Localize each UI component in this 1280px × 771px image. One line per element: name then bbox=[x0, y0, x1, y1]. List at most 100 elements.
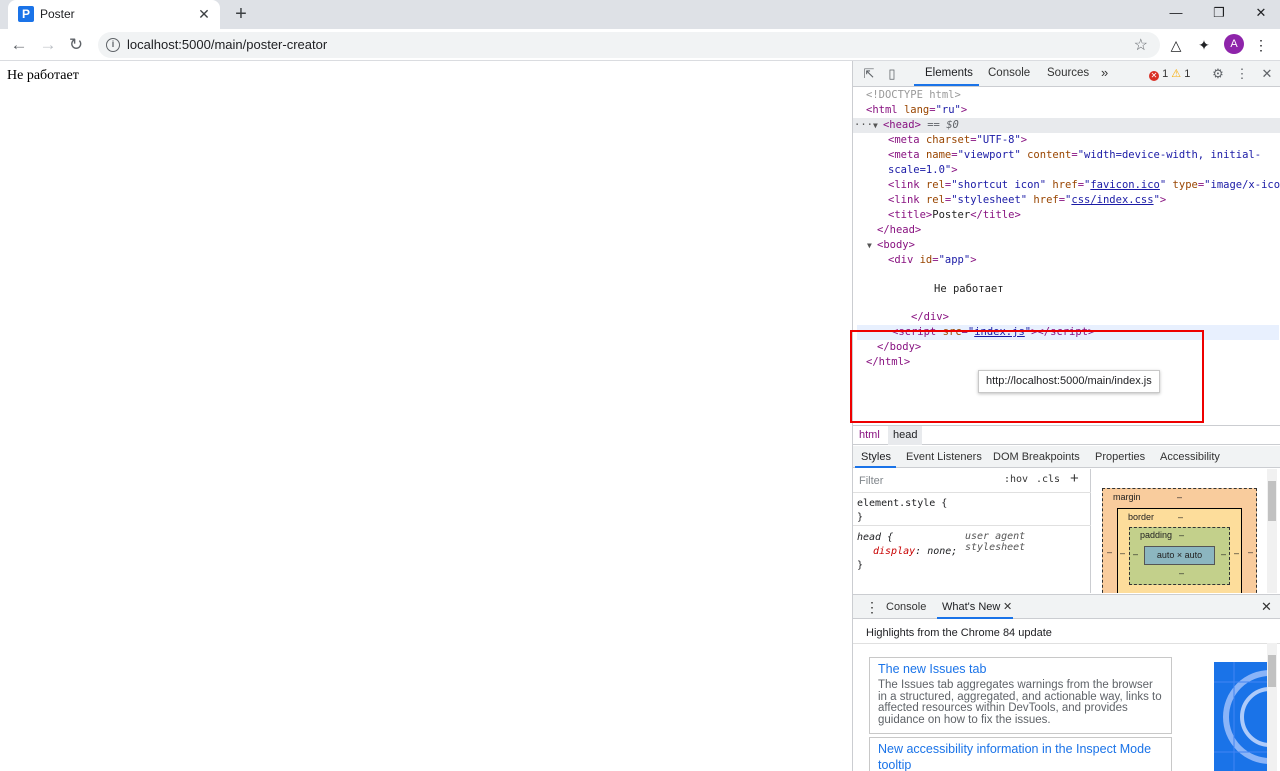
rule-close-brace: } bbox=[857, 512, 864, 523]
card-body: The Issues tab aggregates warnings from … bbox=[878, 679, 1162, 726]
url-text[interactable]: localhost:5000/main/poster-creator bbox=[127, 37, 327, 52]
dom-node-div-app[interactable]: <div id="app"> bbox=[853, 253, 1280, 268]
box-model-border[interactable]: border – – – padding – – – – auto × auto bbox=[1117, 508, 1242, 593]
forward-button[interactable]: → bbox=[36, 33, 60, 57]
device-toggle-icon[interactable]: ▯ bbox=[884, 66, 900, 82]
new-rule-icon[interactable]: + bbox=[1070, 470, 1079, 487]
head-rule-selector[interactable]: head { bbox=[857, 531, 893, 545]
card-title[interactable]: New accessibility information in the Ins… bbox=[878, 741, 1163, 771]
breadcrumb-html[interactable]: html bbox=[859, 429, 880, 441]
whats-new-card[interactable]: The new Issues tab The Issues tab aggreg… bbox=[869, 657, 1172, 734]
drawer-tab-whats-new[interactable]: What's New bbox=[942, 601, 1000, 613]
whats-new-card[interactable]: New accessibility information in the Ins… bbox=[869, 737, 1172, 771]
box-model-margin[interactable]: margin – – – border – – – padding – – – … bbox=[1102, 488, 1257, 593]
whats-new-heading: Highlights from the Chrome 84 update bbox=[866, 627, 1052, 639]
tab-sources[interactable]: Sources bbox=[1047, 67, 1089, 79]
filter-input[interactable]: Filter bbox=[859, 475, 883, 487]
breadcrumb: html head bbox=[853, 425, 1280, 445]
warning-count: 1 bbox=[1184, 68, 1191, 80]
dom-node-text[interactable]: Не работает bbox=[853, 282, 1280, 297]
styles-filter-row: Filter :hov .cls + bbox=[853, 469, 1091, 493]
dom-tree: <!DOCTYPE html> <html lang="ru"> ···▼ <he… bbox=[850, 87, 1280, 429]
rule-divider bbox=[853, 525, 1091, 526]
heading-divider bbox=[853, 643, 1280, 644]
reload-button[interactable]: ↻ bbox=[64, 33, 88, 57]
dom-node-head[interactable]: ···▼ <head> == $0 bbox=[853, 118, 1280, 133]
tab-strip: P Poster ✕ + — ❐ ✕ bbox=[0, 0, 1280, 29]
page-content: Не работает bbox=[0, 61, 852, 771]
tab-console[interactable]: Console bbox=[988, 67, 1030, 79]
inspect-element-icon[interactable]: ⇱ bbox=[861, 66, 877, 82]
tab-accessibility[interactable]: Accessibility bbox=[1160, 451, 1220, 463]
issues-counter[interactable]: ✕ 1 ⚠ 1 bbox=[1149, 67, 1190, 81]
box-model-padding[interactable]: padding – – – – auto × auto bbox=[1129, 527, 1230, 585]
styles-scrollbar[interactable] bbox=[1267, 469, 1277, 593]
drawer-tab-console[interactable]: Console bbox=[886, 601, 926, 613]
link-tooltip: http://localhost:5000/main/index.js bbox=[978, 370, 1160, 393]
tab-title: Poster bbox=[40, 7, 75, 21]
address-bar[interactable]: i localhost:5000/main/poster-creator ☆ bbox=[98, 32, 1160, 58]
bookmark-star-icon[interactable]: ☆ bbox=[1134, 35, 1148, 55]
close-drawer-tab-icon[interactable]: ✕ bbox=[1003, 600, 1012, 613]
active-drawer-tab-indicator bbox=[937, 617, 1013, 619]
tab-properties[interactable]: Properties bbox=[1095, 451, 1145, 463]
styles-tabbar: Styles Event Listeners DOM Breakpoints P… bbox=[853, 446, 1280, 468]
card-title[interactable]: The new Issues tab bbox=[878, 661, 1163, 677]
dom-node-meta-viewport-cont: scale=1.0"> bbox=[888, 164, 958, 176]
error-count: 1 bbox=[1162, 68, 1169, 80]
browser-tab[interactable]: P Poster ✕ bbox=[8, 0, 220, 29]
drawer-menu-icon[interactable]: ⋮ bbox=[865, 599, 879, 616]
favicon-icon: P bbox=[18, 6, 34, 22]
close-devtools-icon[interactable]: ✕ bbox=[1259, 66, 1275, 82]
tab-event-listeners[interactable]: Event Listeners bbox=[906, 451, 982, 463]
devtools-drawer: ⋮ Console What's New ✕ ✕ Highlights from… bbox=[853, 594, 1280, 771]
close-window-button[interactable]: ✕ bbox=[1248, 2, 1274, 24]
styles-scroll-thumb[interactable] bbox=[1268, 481, 1276, 521]
hov-toggle[interactable]: :hov bbox=[1004, 474, 1028, 485]
extension-icon[interactable]: △ bbox=[1167, 36, 1185, 54]
devtools-panel: ⇱ ▯ Elements Console Sources » ✕ 1 ⚠ 1 ⚙… bbox=[850, 61, 1280, 771]
dom-node-meta-viewport[interactable]: <meta name="viewport" content="width=dev… bbox=[853, 148, 1280, 163]
more-tabs-icon[interactable]: » bbox=[1101, 65, 1108, 80]
settings-gear-icon[interactable]: ⚙ bbox=[1210, 66, 1226, 82]
minimize-button[interactable]: — bbox=[1163, 2, 1189, 24]
close-drawer-icon[interactable]: ✕ bbox=[1261, 599, 1272, 615]
back-button[interactable]: ← bbox=[7, 33, 31, 57]
element-style-rule[interactable]: element.style { bbox=[857, 497, 947, 511]
box-model-content[interactable]: auto × auto bbox=[1144, 546, 1215, 565]
tab-dom-breakpoints[interactable]: DOM Breakpoints bbox=[993, 451, 1080, 463]
dom-node-body[interactable]: ▼ <body> bbox=[853, 238, 1280, 253]
info-icon[interactable]: i bbox=[106, 38, 120, 52]
tab-styles[interactable]: Styles bbox=[861, 451, 891, 463]
menu-icon[interactable]: ⋮ bbox=[1252, 36, 1270, 54]
dom-node-title[interactable]: <title>Poster</title> bbox=[853, 208, 1280, 223]
restore-button[interactable]: ❐ bbox=[1206, 2, 1232, 24]
close-tab-icon[interactable]: ✕ bbox=[196, 6, 212, 22]
dom-node-div-close[interactable]: </div> bbox=[853, 310, 1280, 325]
rule-close-brace: } bbox=[857, 560, 864, 571]
dom-node-link-icon[interactable]: <link rel="shortcut icon" href="favicon.… bbox=[853, 178, 1280, 193]
active-subtab-indicator bbox=[855, 466, 896, 468]
new-tab-button[interactable]: + bbox=[230, 3, 252, 25]
dom-node-meta-charset[interactable]: <meta charset="UTF-8"> bbox=[853, 133, 1280, 148]
cls-toggle[interactable]: .cls bbox=[1036, 474, 1060, 485]
tab-elements[interactable]: Elements bbox=[925, 67, 973, 79]
devtools-menu-icon[interactable]: ⋮ bbox=[1234, 66, 1250, 82]
browser-toolbar: ← → ↻ i localhost:5000/main/poster-creat… bbox=[0, 29, 1280, 61]
active-tab-indicator bbox=[914, 84, 979, 86]
dom-node-html[interactable]: <html lang="ru"> bbox=[853, 103, 1280, 118]
expand-triangle-icon: ▼ bbox=[872, 121, 878, 130]
extensions-puzzle-icon[interactable]: ✦ bbox=[1195, 36, 1213, 54]
dom-node-head-close[interactable]: </head> bbox=[853, 223, 1280, 238]
box-model-diagram: margin – – – border – – – padding – – – … bbox=[1091, 469, 1266, 593]
error-icon: ✕ bbox=[1149, 71, 1159, 81]
dom-node-doctype[interactable]: <!DOCTYPE html> bbox=[853, 88, 1280, 103]
drawer-scroll-thumb[interactable] bbox=[1268, 655, 1276, 687]
css-declaration[interactable]: display: none; bbox=[873, 545, 957, 559]
breadcrumb-head[interactable]: head bbox=[888, 426, 923, 445]
avatar[interactable]: A bbox=[1224, 34, 1244, 54]
drawer-tabbar: ⋮ Console What's New ✕ ✕ bbox=[853, 595, 1280, 619]
drawer-scrollbar[interactable] bbox=[1267, 643, 1277, 771]
ua-stylesheet-label: user agent stylesheet bbox=[965, 531, 1026, 553]
dom-node-link-css[interactable]: <link rel="stylesheet" href="css/index.c… bbox=[853, 193, 1280, 208]
